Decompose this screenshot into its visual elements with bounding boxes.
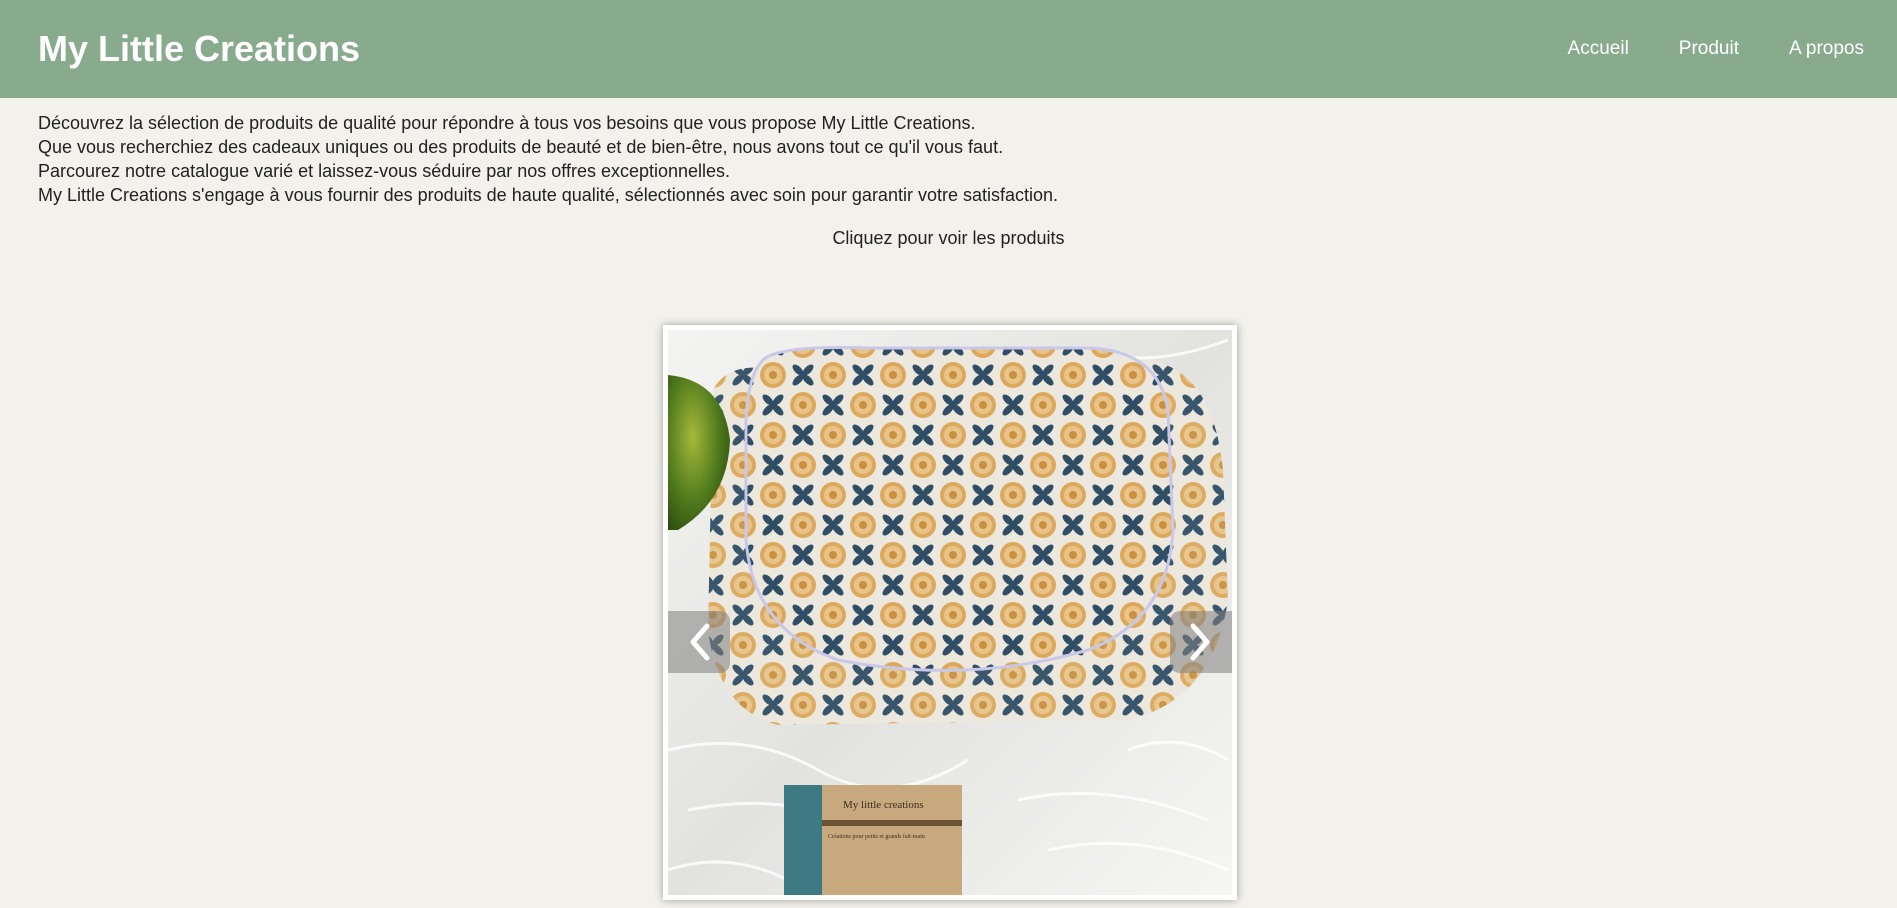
business-card: My little creations Créations pour petit… <box>784 785 962 895</box>
chevron-right-icon <box>1190 623 1210 661</box>
intro-line: Que vous recherchiez des cadeaux uniques… <box>38 137 1004 157</box>
site-header: My Little Creations Accueil Produit A pr… <box>0 0 1897 98</box>
site-title[interactable]: My Little Creations <box>38 28 360 70</box>
svg-text:My little creations: My little creations <box>843 799 924 811</box>
carousel-next-button[interactable] <box>1170 611 1232 673</box>
intro-line: My Little Creations s'engage à vous four… <box>38 185 1059 205</box>
nav-link-produit[interactable]: Produit <box>1679 38 1739 60</box>
nav-link-a-propos[interactable]: A propos <box>1789 38 1864 60</box>
svg-text:Créations pour petits et grand: Créations pour petits et grands fait-mai… <box>828 833 925 840</box>
intro-text: Découvrez la sélection de produits de qu… <box>38 111 1238 207</box>
intro-line: Parcourez notre catalogue varié et laiss… <box>38 161 731 181</box>
intro-line: Découvrez la sélection de produits de qu… <box>38 113 976 133</box>
cta-container: Cliquez pour voir les produits <box>0 228 1897 249</box>
view-products-link[interactable]: Cliquez pour voir les produits <box>832 228 1064 248</box>
carousel-slide-image: My little creations Créations pour petit… <box>668 330 1232 895</box>
product-carousel: My little creations Créations pour petit… <box>663 325 1237 900</box>
carousel-prev-button[interactable] <box>668 611 730 673</box>
chevron-left-icon <box>690 623 710 661</box>
main-nav: Accueil Produit A propos <box>1568 38 1864 60</box>
nav-link-accueil[interactable]: Accueil <box>1568 38 1629 60</box>
